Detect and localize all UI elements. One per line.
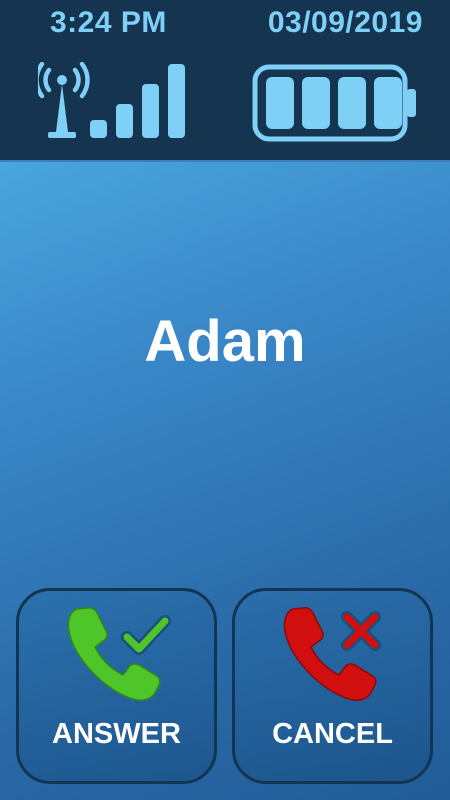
phone-check-icon [67,607,171,701]
status-date: 03/09/2019 [267,6,423,39]
status-bar: 3:24 PM 03/09/2019 [0,0,450,160]
caller-name: Adam [144,309,306,374]
status-time: 3:24 PM [50,6,167,39]
signal-bar-4 [168,64,185,138]
phone-cross-icon [283,607,381,701]
battery-cell [338,77,366,129]
signal-bar-2 [116,104,133,138]
answer-button[interactable]: ANSWER [16,588,217,784]
battery-icon [252,64,416,142]
cancel-button-label: CANCEL [272,718,393,750]
battery-cell [266,77,294,129]
battery-cell [302,77,330,129]
signal-bar-1 [90,120,107,138]
signal-tower-icon [38,62,185,138]
signal-bar-3 [142,84,159,138]
answer-button-label: ANSWER [52,718,181,750]
battery-cell [374,77,402,129]
incoming-call-screen: Adam ANSWER CANCEL [0,160,450,800]
cancel-button[interactable]: CANCEL [232,588,433,784]
